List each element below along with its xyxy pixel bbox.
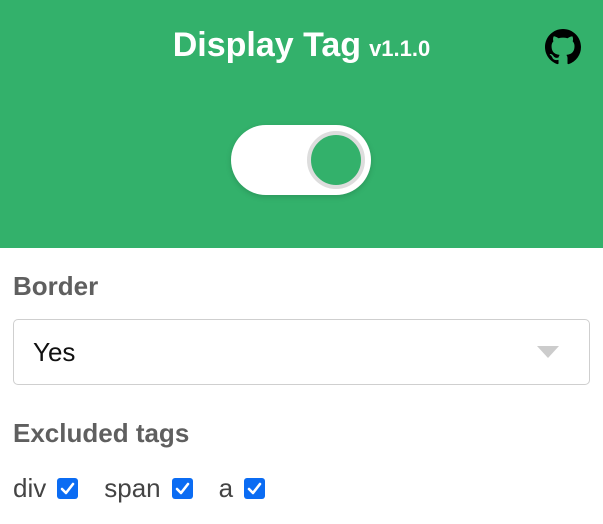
display-toggle[interactable] [231,125,371,195]
title-row: Display Tag v1.1.0 [0,26,603,65]
caret-down-icon [537,346,559,358]
app-version: v1.1.0 [369,36,431,61]
tag-checkbox-div[interactable] [57,477,79,499]
tag-checkbox-a[interactable] [244,477,266,499]
header: Display Tag v1.1.0 [0,0,603,248]
tag-label-div: div [13,472,47,503]
border-select[interactable]: Yes [13,319,590,385]
border-select-value: Yes [33,337,76,367]
tag-item-a: a [218,472,266,504]
tag-label-a: a [218,472,234,503]
excluded-tags-label: Excluded tags [13,418,190,448]
tag-label-span: span [104,472,161,503]
check-icon [175,482,189,494]
tag-checkbox-span[interactable] [171,477,193,499]
excluded-tags-list: div span a [13,472,291,504]
check-icon [247,482,262,494]
toggle-knob [307,131,365,189]
tag-item-span: span [104,472,193,504]
border-label: Border [13,271,99,301]
tag-item-div: div [13,472,79,504]
check-icon [60,482,75,494]
github-icon[interactable] [545,29,581,65]
app-title: Display Tag [172,26,362,64]
